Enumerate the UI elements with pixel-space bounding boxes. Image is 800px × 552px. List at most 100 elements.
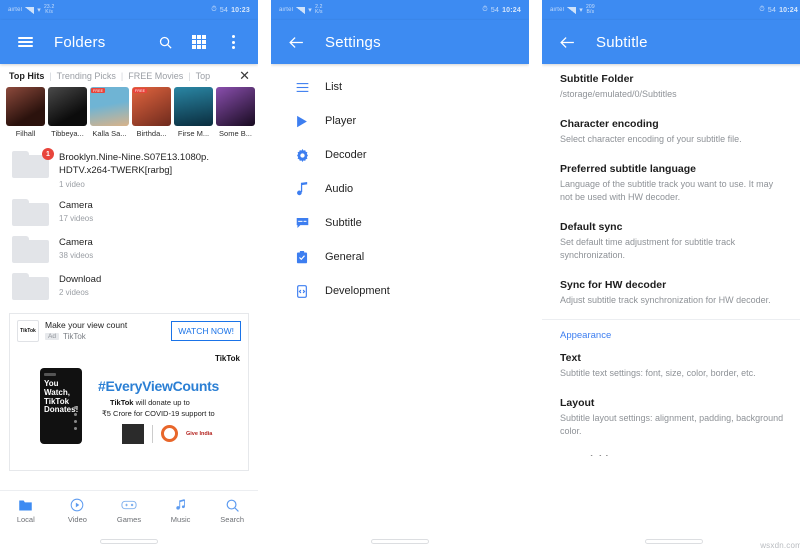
promo-thumbnail[interactable]: Firse M...	[174, 87, 213, 138]
promo-thumbnail[interactable]: Some B...	[216, 87, 255, 138]
ad-cta-button[interactable]: WATCH NOW!	[171, 320, 241, 341]
ad-donation-rest: will donate up to	[133, 397, 190, 407]
promo-thumbnail[interactable]: FREE Kalla Sa...	[90, 87, 129, 138]
promo-tab-top-hits[interactable]: Top Hits	[9, 71, 44, 81]
promo-thumbnail[interactable]: Tibbeya...	[48, 87, 87, 138]
folder-icon	[18, 497, 33, 513]
hamburger-icon[interactable]	[14, 31, 36, 53]
preference-title: Subtitle Folder	[560, 73, 634, 85]
folder-name: Camera	[59, 236, 93, 248]
ad-partner-logos: Give India	[122, 423, 213, 444]
subtitle-item-sync-hw-decoder[interactable]: Sync for HW decoder Adjust subtitle trac…	[542, 270, 800, 315]
folder-count: 38 videos	[59, 251, 94, 261]
ad-header: TikTok Make your view count Ad TikTok WA…	[10, 314, 248, 348]
preference-title: Text	[560, 352, 581, 365]
promo-thumbnail[interactable]: FREE Birthda...	[132, 87, 171, 138]
carrier-label: airtel	[279, 7, 294, 13]
settings-item-decoder[interactable]: Decoder	[271, 138, 529, 172]
list-icon	[291, 82, 313, 93]
status-bar-left: airtel ▾ 209 B/s	[550, 4, 595, 16]
preference-title: Layout	[560, 397, 595, 410]
gear-icon	[291, 148, 313, 162]
settings-list: List Player Decoder Audio Subtitle Gener…	[271, 64, 529, 552]
wifi-icon: ▾	[308, 7, 312, 14]
folder-icon	[12, 272, 49, 300]
folder-row[interactable]: Camera 17 videos	[0, 194, 258, 231]
settings-item-label: Decoder	[325, 149, 367, 161]
preference-description: Subtitle layout settings: alignment, pad…	[560, 413, 784, 437]
promo-thumbnail[interactable]: Filhall	[6, 87, 45, 138]
folder-count: 2 videos	[59, 288, 89, 298]
phone-screen-subtitle: airtel ▾ 209 B/s ⏱ 54 10:24 Subtitle Sub…	[542, 0, 800, 552]
advertisement-card[interactable]: TikTok Make your view count Ad TikTok WA…	[9, 312, 249, 471]
grid-icon[interactable]	[188, 31, 210, 53]
preference-title: Sync for HW decoder	[560, 279, 667, 292]
promo-tab-top[interactable]: Top	[196, 71, 211, 81]
gesture-home-bar[interactable]	[271, 530, 529, 552]
signal-icon	[567, 6, 577, 14]
subtitle-item-text[interactable]: Text Subtitle text settings: font, size,…	[542, 343, 800, 388]
subtitle-item-default-sync[interactable]: Default sync Set default time adjustment…	[542, 212, 800, 270]
gamepad-icon	[121, 497, 137, 513]
preference-title: Default sync	[560, 221, 623, 234]
folder-row[interactable]: Download 2 videos	[0, 268, 258, 305]
settings-item-list[interactable]: List	[271, 70, 529, 104]
folder-row[interactable]: Camera 38 videos	[0, 231, 258, 268]
gesture-home-bar[interactable]	[0, 530, 258, 552]
folder-icon	[12, 198, 49, 226]
folder-meta: Camera 38 videos	[59, 236, 248, 261]
ad-attribution: Ad TikTok	[45, 332, 165, 341]
settings-item-label: Development	[325, 285, 390, 297]
music-note-icon	[174, 497, 188, 513]
subtitle-item-character-encoding[interactable]: Character encoding Select character enco…	[542, 109, 800, 154]
alarm-icon: ⏱	[482, 6, 488, 13]
status-bar-right: ⏱ 54 10:23	[211, 6, 250, 14]
alarm-icon: ⏱	[211, 6, 217, 13]
nav-item-games[interactable]: Games	[103, 497, 155, 524]
poster-label: Filhall	[15, 129, 36, 138]
folder-row[interactable]: 1 Brooklyn.Nine-Nine.S07E13.1080p. HDTV.…	[0, 146, 258, 194]
subtitle-item-partially-visible[interactable]: Text Field	[542, 446, 800, 456]
folder-name: Camera	[59, 199, 93, 211]
poster-art: FREE	[90, 87, 129, 126]
wifi-icon: ▾	[37, 7, 41, 14]
promo-tab-free-movies[interactable]: FREE Movies	[128, 71, 183, 81]
settings-item-audio[interactable]: Audio	[271, 172, 529, 206]
subtitle-item-folder[interactable]: Subtitle Folder /storage/emulated/0/Subt…	[542, 64, 800, 109]
partner-logo-label: Give India	[186, 430, 213, 437]
poster-label: Birthda...	[136, 129, 167, 138]
preference-description: Language of the subtitle track you want …	[560, 179, 774, 203]
more-vertical-icon[interactable]	[222, 31, 244, 53]
settings-item-player[interactable]: Player	[271, 104, 529, 138]
promo-tab-trending-picks[interactable]: Trending Picks	[57, 71, 116, 81]
subtitle-item-preferred-language[interactable]: Preferred subtitle language Language of …	[542, 154, 800, 212]
folders-body: Top Hits | Trending Picks | FREE Movies …	[0, 64, 258, 552]
preference-description: /storage/emulated/0/Subtitles	[560, 89, 677, 99]
poster-art: FREE	[132, 87, 171, 126]
partner-logo-dark	[122, 423, 144, 444]
subtitle-item-layout[interactable]: Layout Subtitle layout settings: alignme…	[542, 388, 800, 446]
arrow-back-icon[interactable]	[556, 31, 578, 53]
search-icon[interactable]	[154, 31, 176, 53]
nav-item-video[interactable]: Video	[52, 497, 104, 524]
settings-item-label: List	[325, 81, 343, 93]
nav-item-local[interactable]: Local	[0, 497, 52, 524]
settings-item-subtitle[interactable]: Subtitle	[271, 206, 529, 240]
search-icon	[225, 497, 240, 513]
poster-art	[216, 87, 255, 126]
poster-art	[48, 87, 87, 126]
nav-item-music[interactable]: Music	[155, 497, 207, 524]
folder-icon: 1	[12, 148, 54, 178]
nav-item-search[interactable]: Search	[206, 497, 258, 524]
arrow-back-icon[interactable]	[285, 31, 307, 53]
tab-separator: |	[120, 70, 124, 81]
preference-description: Set default time adjustment for subtitle…	[560, 237, 736, 261]
nav-label: Games	[116, 515, 142, 524]
settings-item-development[interactable]: Development	[271, 274, 529, 308]
ad-text-block: Make your view count Ad TikTok	[45, 320, 165, 341]
app-bar-settings: Settings	[271, 20, 529, 64]
music-note-icon	[291, 182, 313, 196]
settings-item-general[interactable]: General	[271, 240, 529, 274]
subtitle-icon	[291, 217, 313, 229]
close-icon[interactable]: ✕	[235, 69, 250, 82]
